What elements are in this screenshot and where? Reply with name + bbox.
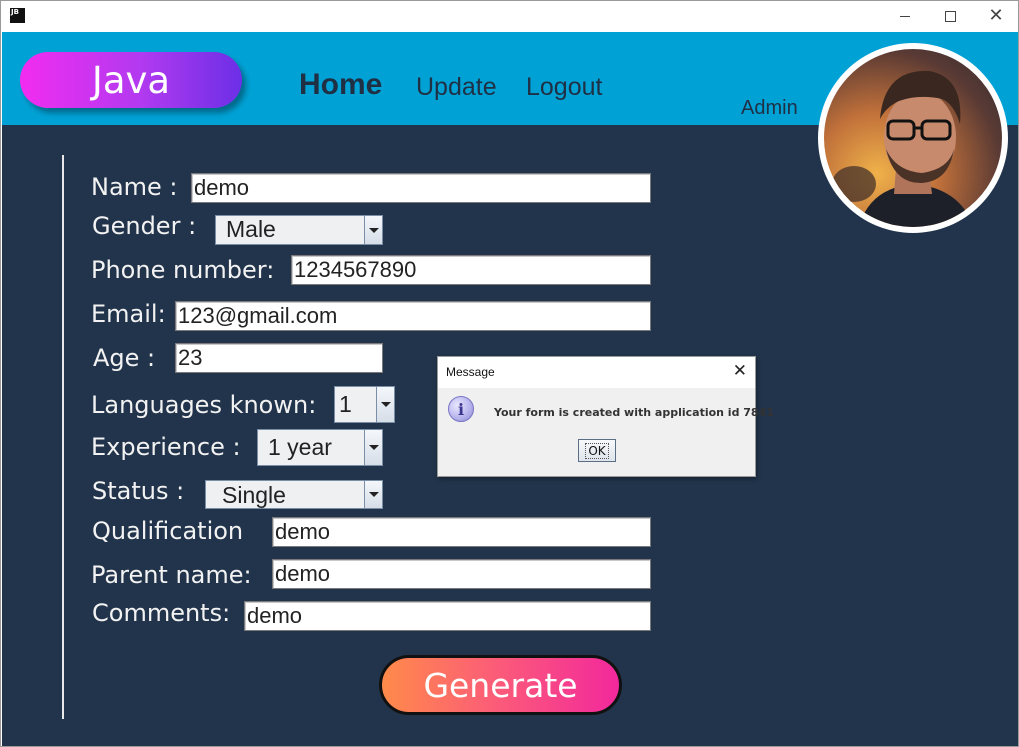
minimize-button[interactable] bbox=[882, 1, 928, 31]
age-label: Age : bbox=[93, 344, 156, 372]
avatar-person-image bbox=[832, 70, 974, 227]
experience-label: Experience : bbox=[91, 433, 241, 461]
email-input[interactable]: 123@gmail.com bbox=[175, 301, 651, 331]
qualification-label: Qualification bbox=[92, 517, 244, 545]
parent-name-label: Parent name: bbox=[91, 561, 252, 589]
chevron-down-icon[interactable] bbox=[364, 481, 382, 508]
generate-button[interactable]: Generate bbox=[379, 655, 622, 715]
name-input[interactable]: demo bbox=[191, 173, 651, 203]
avatar bbox=[818, 43, 1008, 233]
title-bar[interactable]: JB ✕ bbox=[1, 1, 1018, 32]
dialog-title: Message bbox=[446, 365, 495, 379]
message-dialog: Message ✕ i Your form is created with ap… bbox=[437, 356, 774, 477]
info-icon: i bbox=[448, 396, 474, 422]
languages-select-value: 1 bbox=[339, 391, 352, 417]
close-icon: ✕ bbox=[988, 5, 1004, 26]
dialog-title-bar[interactable]: Message ✕ bbox=[438, 357, 755, 388]
status-label: Status : bbox=[92, 477, 185, 505]
avatar-photo bbox=[824, 49, 1002, 227]
gender-select-value: Male bbox=[226, 216, 276, 242]
user-role-label: Admin bbox=[741, 97, 798, 119]
ok-button[interactable]: OK bbox=[578, 439, 616, 462]
gender-label: Gender : bbox=[92, 212, 197, 240]
comments-input[interactable]: demo bbox=[244, 601, 651, 631]
parent-name-input[interactable]: demo bbox=[272, 559, 651, 589]
phone-input[interactable]: 1234567890 bbox=[291, 255, 651, 285]
experience-select-value: 1 year bbox=[268, 434, 332, 460]
dialog-close-icon[interactable]: ✕ bbox=[733, 361, 747, 381]
phone-label: Phone number: bbox=[91, 256, 275, 284]
qualification-input[interactable]: demo bbox=[272, 517, 651, 547]
chevron-down-icon[interactable] bbox=[376, 387, 394, 422]
status-select[interactable]: Single bbox=[205, 480, 383, 509]
nav-logout[interactable]: Logout bbox=[526, 73, 602, 102]
languages-select[interactable]: 1 bbox=[334, 386, 395, 423]
chevron-down-icon[interactable] bbox=[364, 216, 382, 244]
close-window-button[interactable]: ✕ bbox=[973, 1, 1018, 31]
brand-logo: Java bbox=[20, 52, 242, 108]
experience-select[interactable]: 1 year bbox=[257, 429, 383, 466]
nav-home[interactable]: Home bbox=[299, 68, 382, 102]
comments-label: Comments: bbox=[92, 599, 231, 627]
age-input[interactable]: 23 bbox=[175, 343, 383, 373]
email-label: Email: bbox=[91, 300, 166, 328]
status-select-value: Single bbox=[222, 482, 286, 508]
divider-line bbox=[62, 155, 64, 719]
languages-label: Languages known: bbox=[91, 391, 317, 419]
name-label: Name : bbox=[91, 173, 178, 201]
app-icon: JB bbox=[10, 8, 25, 23]
ok-button-label: OK bbox=[585, 442, 609, 459]
gender-select[interactable]: Male bbox=[215, 215, 383, 245]
nav-update[interactable]: Update bbox=[416, 73, 497, 102]
chevron-down-icon[interactable] bbox=[364, 430, 382, 465]
app-window: JB ✕ Java Home Update Logout Admin Name … bbox=[0, 0, 1019, 747]
dialog-message: Your form is created with application id… bbox=[494, 406, 774, 419]
maximize-icon bbox=[944, 10, 956, 22]
minimize-icon bbox=[900, 15, 910, 17]
maximize-button[interactable] bbox=[927, 1, 973, 31]
